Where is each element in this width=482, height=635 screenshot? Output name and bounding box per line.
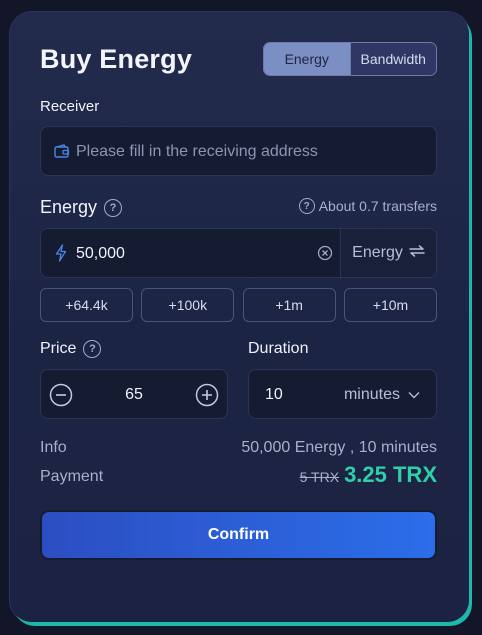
energy-unit-label: Energy: [352, 244, 403, 261]
plus-icon[interactable]: [195, 383, 219, 412]
energy-amount-value: 50,000: [76, 245, 125, 262]
quick-amount-button[interactable]: +10m: [343, 288, 437, 322]
wallet-icon: [54, 144, 70, 163]
swap-icon: [409, 244, 425, 262]
price-header: Price ?: [40, 340, 102, 358]
duration-unit-select[interactable]: minutes: [344, 386, 420, 404]
quick-amount-row: +64.4k +100k +1m +10m: [40, 288, 437, 322]
energy-amount-input[interactable]: 50,000 Energy: [40, 228, 437, 278]
chevron-down-icon: [408, 386, 420, 404]
price-label: Price: [40, 340, 77, 357]
transfers-hint-text: About 0.7 transfers: [318, 198, 437, 214]
duration-input[interactable]: 10 minutes: [248, 369, 437, 419]
clear-icon[interactable]: [317, 245, 333, 266]
payment-amount: 5 TRX 3.25 TRX: [300, 462, 437, 488]
price-stepper: 65: [40, 369, 228, 419]
help-icon: ?: [298, 198, 315, 214]
tab-energy[interactable]: Energy: [264, 43, 350, 75]
resource-type-toggle: Energy Bandwidth: [263, 42, 437, 76]
receiver-placeholder: Please fill in the receiving address: [76, 143, 318, 160]
confirm-button[interactable]: Confirm: [40, 510, 437, 560]
duration-unit-label: minutes: [343, 386, 400, 403]
info-value: 50,000 Energy , 10 minutes: [241, 439, 437, 456]
bolt-icon: [55, 244, 67, 267]
duration-value[interactable]: 10: [265, 386, 283, 404]
buy-energy-card: Buy Energy Energy Bandwidth Receiver Ple…: [10, 12, 469, 622]
page-title: Buy Energy: [40, 44, 193, 74]
quick-amount-button[interactable]: +1m: [242, 288, 336, 322]
payment-final-price: 3.25 TRX: [344, 462, 437, 487]
receiver-address-input[interactable]: Please fill in the receiving address: [40, 126, 437, 176]
transfers-hint: ? About 0.7 transfers: [298, 198, 437, 214]
tab-bandwidth[interactable]: Bandwidth: [349, 43, 436, 75]
duration-label: Duration: [248, 340, 309, 357]
energy-unit-switch[interactable]: Energy: [340, 229, 436, 277]
payment-label: Payment: [40, 468, 104, 485]
help-icon[interactable]: ?: [104, 198, 123, 217]
receiver-label: Receiver: [40, 98, 100, 115]
energy-label: Energy: [40, 197, 98, 217]
energy-header: Energy ?: [40, 197, 123, 218]
info-label: Info: [40, 439, 67, 456]
quick-amount-button[interactable]: +100k: [141, 288, 235, 322]
payment-original-price: 5 TRX: [299, 469, 340, 485]
quick-amount-button[interactable]: +64.4k: [40, 288, 133, 322]
help-icon[interactable]: ?: [83, 340, 102, 358]
